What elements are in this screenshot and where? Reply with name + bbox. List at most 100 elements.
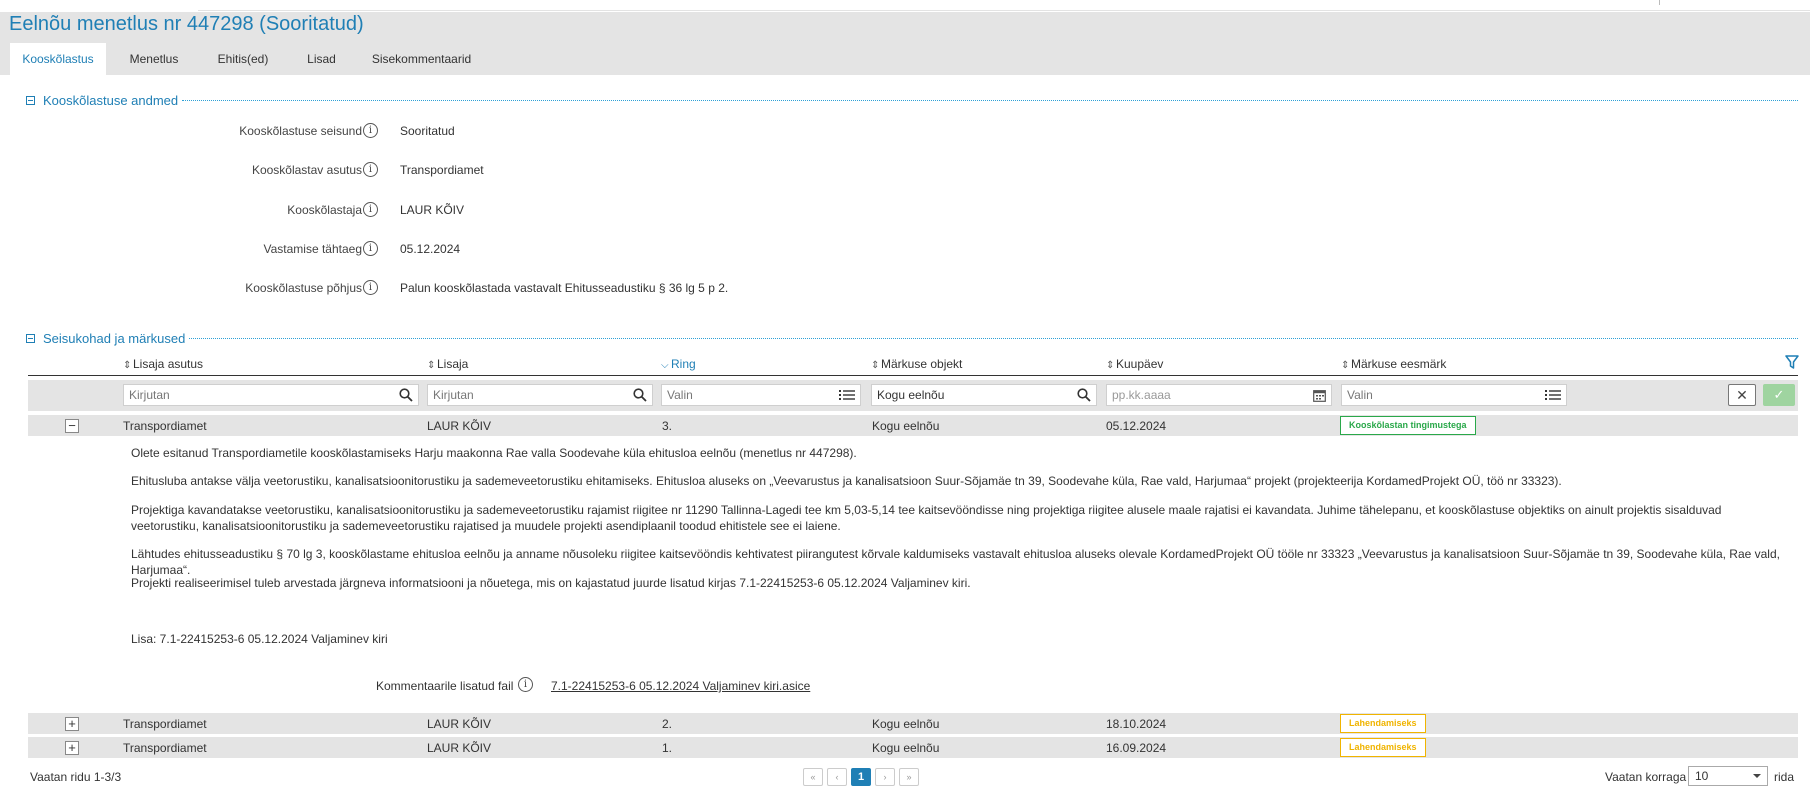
table-row[interactable]: + Transpordiamet LAUR KÕIV 1. Kogu eelnõ… [28, 737, 1798, 759]
cell-asutus: Transpordiamet [123, 419, 207, 433]
field-label: Kooskõlastaja [287, 203, 362, 217]
attachment-link[interactable]: 7.1-22415253-6 05.12.2024 Valjaminev kir… [551, 679, 810, 693]
field-row-seisund: Kooskõlastuse seisund i Sooritatud [0, 121, 1000, 141]
field-value: LAUR KÕIV [400, 203, 465, 217]
sort-icon: ⇕ [1106, 360, 1115, 371]
field-row-kooskolastaja: Kooskõlastaja i LAUR KÕIV [0, 200, 1000, 220]
cell-objekt: Kogu eelnõu [872, 419, 940, 433]
page-size-select[interactable]: 10 [1688, 766, 1768, 786]
collapse-row-icon[interactable]: − [65, 419, 79, 433]
status-badge: Kooskõlastan tingimustega [1340, 416, 1476, 435]
detail-paragraph: Lähtudes ehitusseadustiku § 70 lg 3, koo… [131, 547, 1780, 577]
page-title: Eelnõu menetlus nr 447298 (Sooritatud) [9, 13, 364, 35]
column-header-ring[interactable]: ⌵ Ring [661, 357, 696, 371]
sort-icon: ⇕ [1341, 360, 1350, 371]
cell-asutus: Transpordiamet [123, 741, 207, 755]
info-icon[interactable]: i [363, 162, 378, 177]
filter-asutus-input[interactable]: Kirjutan [123, 384, 419, 406]
detail-paragraph: Olete esitanud Transpordiametile kooskõl… [131, 446, 857, 460]
collapse-toggle[interactable] [26, 95, 35, 105]
cell-asutus: Transpordiamet [123, 717, 207, 731]
field-label: Vastamise tähtaeg [263, 242, 362, 256]
info-icon[interactable]: i [518, 677, 533, 692]
info-icon[interactable]: i [363, 280, 378, 295]
status-badge: Lahendamiseks [1340, 714, 1426, 733]
cell-objekt: Kogu eelnõu [872, 717, 940, 731]
column-header-lisaja-asutus[interactable]: ⇕ Lisaja asutus [123, 357, 203, 371]
column-header-markuse-objekt[interactable]: ⇕ Märkuse objekt [871, 357, 962, 371]
column-header-lisaja[interactable]: ⇕ Lisaja [427, 357, 468, 371]
section-divider [182, 100, 1798, 101]
field-value: 05.12.2024 [400, 242, 461, 256]
first-page-button[interactable]: « [803, 768, 823, 786]
filter-lisaja-input[interactable]: Kirjutan [427, 384, 653, 406]
field-row-tahtaeg: Vastamise tähtaeg i 05.12.2024 [0, 239, 1000, 259]
tab-lisad[interactable]: Lisad [284, 43, 359, 75]
table-header-line [28, 375, 1798, 376]
top-tick [1659, 0, 1660, 5]
section-title: Kooskõlastuse andmed [43, 92, 179, 108]
tab-kooskolastus[interactable]: Kooskõlastus [10, 43, 106, 75]
cell-lisaja: LAUR KÕIV [427, 741, 492, 755]
search-icon [399, 385, 413, 405]
pagination: « ‹ 1 › » [803, 768, 919, 786]
section-header-seisukohad: Seisukohad ja märkused [26, 330, 1798, 346]
filter-icon[interactable] [1785, 354, 1799, 370]
tab-bar: Kooskõlastus Menetlus Ehitis(ed) Lisad S… [10, 43, 484, 75]
cell-lisaja: LAUR KÕIV [427, 717, 492, 731]
tab-menetlus[interactable]: Menetlus [106, 43, 202, 75]
last-page-button[interactable]: » [899, 768, 919, 786]
sort-icon: ⇕ [123, 360, 132, 371]
section-header-kooskolastuse-andmed: Kooskõlastuse andmed [26, 92, 1798, 108]
table-row[interactable]: − Transpordiamet LAUR KÕIV 3. Kogu eelnõ… [28, 415, 1798, 437]
sort-icon: ⇕ [871, 360, 880, 371]
info-icon[interactable]: i [363, 123, 378, 138]
page-header: Eelnõu menetlus nr 447298 (Sooritatud) K… [0, 12, 1810, 75]
cell-ring: 1. [662, 741, 673, 755]
section-title: Seisukohad ja märkused [43, 330, 186, 346]
filter-ring-select[interactable]: Valin [661, 384, 861, 406]
status-badge: Lahendamiseks [1340, 738, 1426, 757]
column-header-kuupaev[interactable]: ⇕ Kuupäev [1106, 357, 1163, 371]
page-1-button[interactable]: 1 [851, 768, 871, 786]
cell-lisaja: LAUR KÕIV [427, 419, 492, 433]
tab-ehitised[interactable]: Ehitis(ed) [202, 43, 284, 75]
filter-objekt-input[interactable]: Kogu eelnõu [871, 384, 1097, 406]
cell-objekt: Kogu eelnõu [872, 741, 940, 755]
prev-page-button[interactable]: ‹ [827, 768, 847, 786]
expand-row-icon[interactable]: + [65, 741, 79, 755]
field-row-asutus: Kooskõlastav asutus i Transpordiamet [0, 160, 1000, 180]
apply-filter-button[interactable]: ✓ [1763, 384, 1795, 406]
detail-paragraph: Lisa: 7.1-22415253-6 05.12.2024 Valjamin… [131, 632, 388, 646]
collapse-toggle[interactable] [26, 333, 35, 343]
top-divider [198, 10, 1810, 11]
clear-filter-button[interactable]: ✕ [1728, 384, 1756, 406]
detail-paragraph: Ehitusluba antakse välja veetorustiku, k… [131, 474, 1562, 488]
attachment-label: Kommentaarile lisatud fail [376, 679, 514, 693]
field-label: Kooskõlastav asutus [251, 163, 362, 177]
sort-icon: ⇕ [427, 360, 436, 371]
detail-paragraph: Projektiga kavandatakse veetorustiku, ka… [131, 503, 1722, 533]
field-label: Kooskõlastuse põhjus [245, 281, 362, 295]
info-icon[interactable]: i [363, 202, 378, 217]
field-value: Transpordiamet [400, 163, 484, 177]
top-strip [0, 0, 1810, 12]
filter-kuupaev-input[interactable]: pp.kk.aaaa [1106, 384, 1332, 406]
filter-bar: Kirjutan Kirjutan Valin Kogu eelnõu pp.k… [28, 380, 1798, 411]
column-header-markuse-eesmark[interactable]: ⇕ Märkuse eesmärk [1341, 357, 1446, 371]
calendar-icon[interactable] [1313, 385, 1326, 405]
info-icon[interactable]: i [363, 241, 378, 256]
tab-sisekommentaarid[interactable]: Sisekommentaarid [359, 43, 484, 75]
field-value: Palun kooskõlastada vastavalt Ehitussead… [400, 281, 729, 295]
next-page-button[interactable]: › [875, 768, 895, 786]
filter-eesmark-select[interactable]: Valin [1341, 384, 1567, 406]
check-icon: ✓ [1773, 387, 1785, 402]
sort-desc-icon: ⌵ [661, 360, 669, 371]
detail-paragraph: Projekti realiseerimisel tuleb arvestada… [131, 576, 971, 590]
cell-ring: 2. [662, 717, 673, 731]
expand-row-icon[interactable]: + [65, 717, 79, 731]
chevron-down-icon [1753, 774, 1761, 778]
search-icon [633, 385, 647, 405]
table-row[interactable]: + Transpordiamet LAUR KÕIV 2. Kogu eelnõ… [28, 713, 1798, 735]
cell-kuupaev: 18.10.2024 [1106, 717, 1167, 731]
